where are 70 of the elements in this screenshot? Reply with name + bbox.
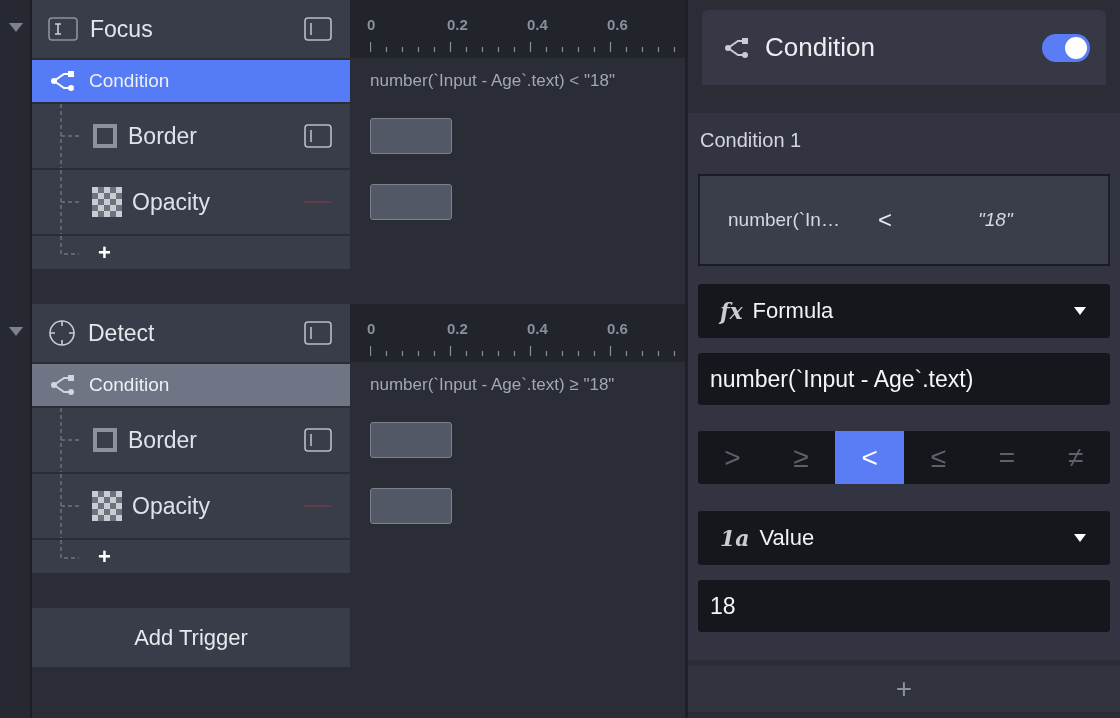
curve-line-icon: [304, 201, 332, 203]
source-dropdown[interactable]: 1a Value: [698, 511, 1110, 565]
crosshair-icon: [48, 319, 76, 347]
branch-icon: [50, 70, 77, 92]
caret-icon: [1074, 534, 1086, 542]
branch-icon: [50, 374, 77, 396]
caret-icon: [1074, 307, 1086, 315]
trigger-header[interactable]: Focus: [32, 0, 350, 58]
timeline-toggle-icon[interactable]: [304, 321, 332, 345]
ruler-label: 0.6: [607, 16, 628, 33]
dropdown-label: Value: [759, 525, 816, 551]
text-cursor-icon: [48, 17, 78, 41]
property-name: Border: [128, 426, 199, 454]
property-row[interactable]: Border: [32, 104, 350, 168]
tree-line-icon: [59, 540, 79, 559]
ruler-label: 0.4: [527, 16, 548, 33]
checkerboard-icon: [92, 187, 122, 217]
source-dropdown[interactable]: fx Formula: [698, 284, 1110, 338]
collapse-triangle-icon[interactable]: [9, 327, 23, 336]
tree-line-icon: [59, 474, 79, 538]
inspector-title: Condition: [765, 32, 876, 63]
section-label: Condition 1: [700, 129, 803, 152]
timeline-toggle-icon[interactable]: [304, 124, 332, 148]
condition-label: Condition: [89, 70, 170, 92]
trigger-name: Detect: [88, 319, 156, 347]
timeline-toggle-icon[interactable]: [304, 428, 332, 452]
ruler-label: 0: [367, 16, 376, 33]
timeline-toggle-icon[interactable]: [304, 17, 332, 41]
condition-expression: number(`Input - Age`.text) < "18": [370, 71, 615, 91]
collapse-triangle-icon[interactable]: [9, 23, 23, 32]
enable-toggle[interactable]: [1042, 33, 1090, 62]
trigger-header[interactable]: Detect: [32, 304, 350, 362]
property-row[interactable]: Opacity: [32, 474, 350, 538]
add-property-button[interactable]: +: [98, 239, 111, 266]
dropdown-label: Formula: [752, 298, 835, 324]
trigger-name: Focus: [90, 15, 154, 43]
tree-line-icon: [59, 104, 79, 168]
ruler-label: 0.4: [527, 320, 548, 337]
condition-row[interactable]: Condition: [32, 364, 350, 406]
operator-option[interactable]: <: [835, 431, 904, 484]
ruler-label: 0.2: [447, 320, 468, 337]
condition-expression: number(`Input - Age`.text) ≥ "18": [370, 375, 615, 395]
summary-operator: <: [878, 206, 893, 234]
branch-icon: [724, 36, 751, 59]
ruler-label: 0.6: [607, 320, 628, 337]
ruler-label: 0.2: [447, 16, 468, 33]
property-row[interactable]: Opacity: [32, 170, 350, 234]
formula-field[interactable]: number(`Input - Age`.text): [698, 353, 1110, 405]
add-property-button[interactable]: +: [98, 543, 111, 570]
tree-line-icon: [59, 236, 79, 255]
tree-line-icon: [59, 408, 79, 472]
curve-line-icon: [304, 505, 332, 507]
square-icon: [92, 427, 118, 453]
property-name: Opacity: [132, 188, 211, 216]
square-icon: [92, 123, 118, 149]
property-row[interactable]: Border: [32, 408, 350, 472]
summary-left: number(`In…: [728, 209, 841, 231]
formula-symbol: fx: [720, 298, 743, 324]
summary-right: "18": [978, 209, 1015, 231]
ruler-label: 0: [367, 320, 376, 337]
property-name: Opacity: [132, 492, 211, 520]
property-name: Border: [128, 122, 199, 150]
tree-line-icon: [59, 170, 79, 234]
condition-summary[interactable]: number(`In… < "18": [698, 174, 1110, 266]
add-condition-button[interactable]: +: [688, 666, 1120, 712]
value-field[interactable]: 18: [698, 580, 1110, 632]
checkerboard-icon: [92, 491, 122, 521]
condition-label: Condition: [89, 374, 170, 396]
add-trigger-button[interactable]: Add Trigger: [32, 608, 350, 667]
value-symbol: 1a: [720, 525, 750, 551]
